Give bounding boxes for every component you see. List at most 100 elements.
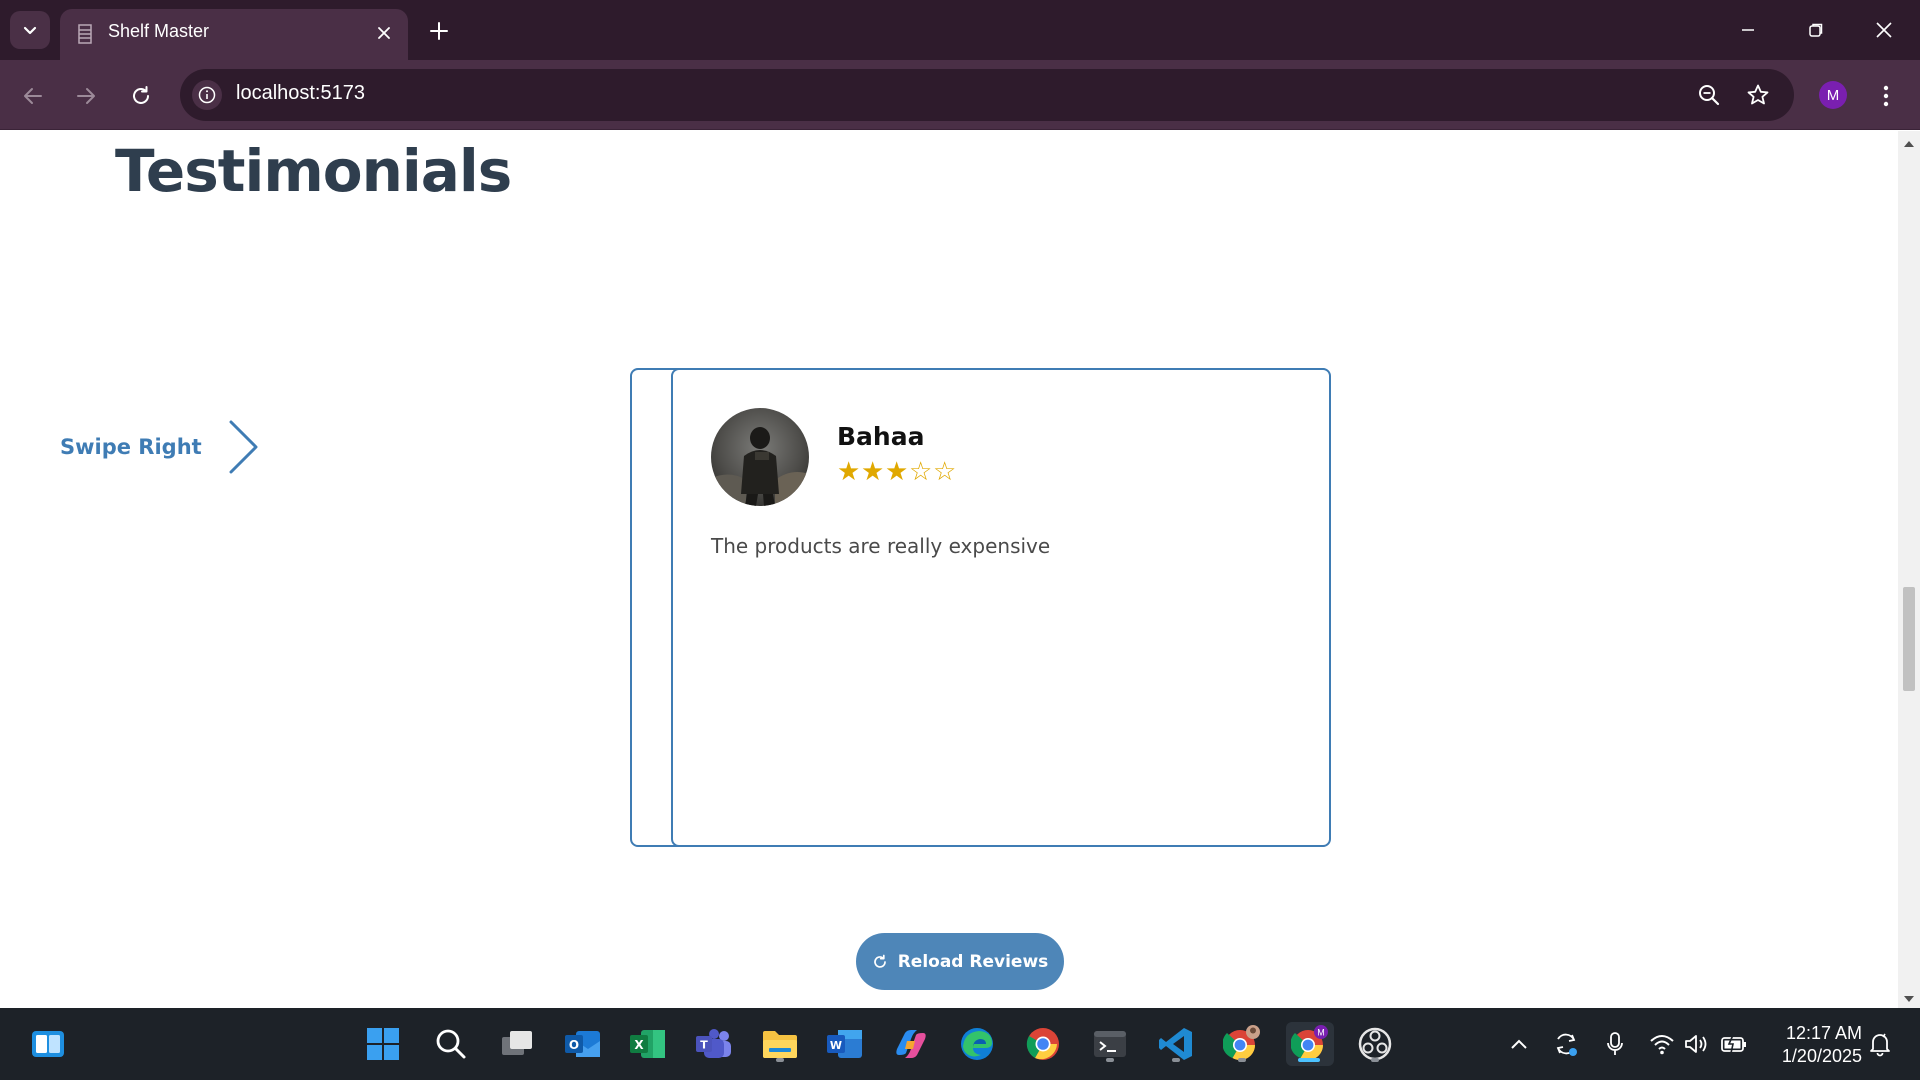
refresh-icon <box>133 86 149 104</box>
scroll-down-arrow-icon[interactable] <box>1903 994 1915 1004</box>
taskbar-search-button[interactable] <box>429 1022 473 1066</box>
sync-tray-button[interactable] <box>1552 1030 1580 1058</box>
testimonial-card[interactable]: Bahaa ★ ★ ★ ☆ ☆ The products are really expe… <box>671 368 1331 847</box>
tab-close-button[interactable] <box>372 21 396 45</box>
close-window-button[interactable] <box>1862 12 1906 48</box>
info-icon <box>198 86 216 104</box>
word-app[interactable]: W <box>823 1022 867 1066</box>
terminal-icon <box>1094 1031 1126 1057</box>
profile-avatar-button[interactable]: M <box>1819 81 1847 109</box>
excel-app[interactable]: X <box>626 1022 670 1066</box>
teams-icon: T <box>696 1029 731 1058</box>
chevron-down-icon <box>23 26 37 35</box>
volume-icon <box>1685 1035 1707 1053</box>
chevron-up-icon <box>1511 1039 1527 1049</box>
chrome-profile-m-app[interactable]: M <box>1286 1022 1334 1066</box>
show-hidden-icons-button[interactable] <box>1505 1030 1533 1058</box>
chrome-icon <box>1026 1028 1059 1060</box>
vscode-icon <box>1159 1028 1192 1060</box>
copilot-app[interactable] <box>889 1022 933 1066</box>
folder-icon <box>763 1031 797 1058</box>
svg-text:W: W <box>830 1039 842 1052</box>
scrollbar-thumb[interactable] <box>1903 587 1915 691</box>
terminal-app[interactable] <box>1088 1022 1132 1066</box>
wifi-icon <box>1650 1035 1674 1055</box>
obs-app[interactable] <box>1353 1022 1397 1066</box>
browser-tab[interactable]: Shelf Master <box>60 9 408 60</box>
minimize-icon <box>1742 29 1754 31</box>
plus-icon <box>430 22 448 40</box>
back-button[interactable] <box>15 78 51 114</box>
start-button[interactable] <box>361 1022 405 1066</box>
word-icon: W <box>827 1030 862 1058</box>
search-icon <box>436 1029 466 1059</box>
forward-button[interactable] <box>68 78 104 114</box>
vscode-app[interactable] <box>1154 1022 1198 1066</box>
notifications-button[interactable] <box>1866 1030 1894 1058</box>
reload-page-button[interactable] <box>123 78 159 114</box>
svg-text:T: T <box>700 1039 708 1052</box>
browser-menu-button[interactable] <box>1872 78 1900 114</box>
running-indicator <box>776 1058 784 1062</box>
url-text: localhost:5173 <box>236 82 365 104</box>
close-icon <box>378 27 390 39</box>
bookmark-button[interactable] <box>1744 81 1772 109</box>
copilot-icon <box>896 1030 926 1058</box>
task-view-icon <box>502 1031 532 1055</box>
microphone-tray-button[interactable] <box>1601 1030 1629 1058</box>
wifi-tray-button[interactable] <box>1648 1030 1676 1058</box>
sync-icon <box>1556 1033 1577 1056</box>
widgets-button[interactable] <box>26 1022 70 1066</box>
running-indicator <box>1238 1058 1246 1062</box>
running-indicator <box>1172 1058 1180 1062</box>
system-clock[interactable]: 12:17 AM 1/20/2025 <box>1762 1022 1862 1068</box>
reviewer-avatar <box>711 408 809 506</box>
address-bar[interactable]: localhost:5173 <box>180 69 1794 121</box>
svg-text:M: M <box>1317 1028 1325 1038</box>
file-explorer-app[interactable] <box>758 1022 802 1066</box>
svg-text:O: O <box>569 1038 579 1052</box>
outlook-app[interactable]: O <box>561 1022 605 1066</box>
minimize-button[interactable] <box>1726 12 1770 48</box>
page-scrollbar[interactable] <box>1898 131 1920 1008</box>
tab-title: Shelf Master <box>108 21 210 41</box>
star-empty-icon: ☆ <box>933 457 957 487</box>
tab-search-button[interactable] <box>10 11 50 49</box>
scroll-up-arrow-icon[interactable] <box>1903 139 1915 149</box>
obs-icon <box>1358 1027 1392 1061</box>
outlook-icon: O <box>565 1031 600 1057</box>
star-empty-icon: ☆ <box>909 457 933 487</box>
restore-button[interactable] <box>1794 12 1838 48</box>
browser-toolbar: localhost:5173 M <box>0 60 1920 130</box>
clock-date: 1/20/2025 <box>1781 1046 1862 1066</box>
edge-app[interactable] <box>955 1022 999 1066</box>
active-indicator <box>1298 1058 1320 1062</box>
star-rating: ★ ★ ★ ☆ ☆ <box>837 458 957 486</box>
svg-text:X: X <box>634 1038 644 1052</box>
task-view-button[interactable] <box>495 1022 539 1066</box>
teams-app[interactable]: T <box>692 1022 736 1066</box>
clock-time: 12:17 AM <box>1785 1023 1862 1043</box>
star-filled-icon: ★ <box>861 457 885 487</box>
edge-icon <box>961 1028 993 1060</box>
battery-tray-button[interactable] <box>1720 1030 1748 1058</box>
volume-tray-button[interactable] <box>1682 1030 1710 1058</box>
browser-tab-bar: Shelf Master <box>0 0 1920 60</box>
excel-icon: X <box>630 1030 665 1058</box>
notification-bell-icon <box>1870 1033 1890 1057</box>
star-filled-icon: ★ <box>837 457 861 487</box>
swipe-right-control[interactable]: Swipe Right <box>60 419 260 475</box>
reload-reviews-button[interactable]: Reload Reviews <box>856 933 1064 990</box>
new-tab-button[interactable] <box>426 18 452 44</box>
site-info-button[interactable] <box>192 80 222 110</box>
page-title: Testimonials <box>115 137 512 205</box>
chrome-profile-app[interactable] <box>1220 1022 1264 1066</box>
star-outline-icon <box>1747 84 1769 105</box>
chrome-app[interactable] <box>1021 1022 1065 1066</box>
reload-reviews-label: Reload Reviews <box>897 951 1049 972</box>
running-indicator <box>1106 1058 1114 1062</box>
reviewer-name: Bahaa <box>837 422 925 451</box>
star-filled-icon: ★ <box>885 457 909 487</box>
zoom-button[interactable] <box>1695 81 1723 109</box>
arrow-left-icon <box>24 88 42 104</box>
